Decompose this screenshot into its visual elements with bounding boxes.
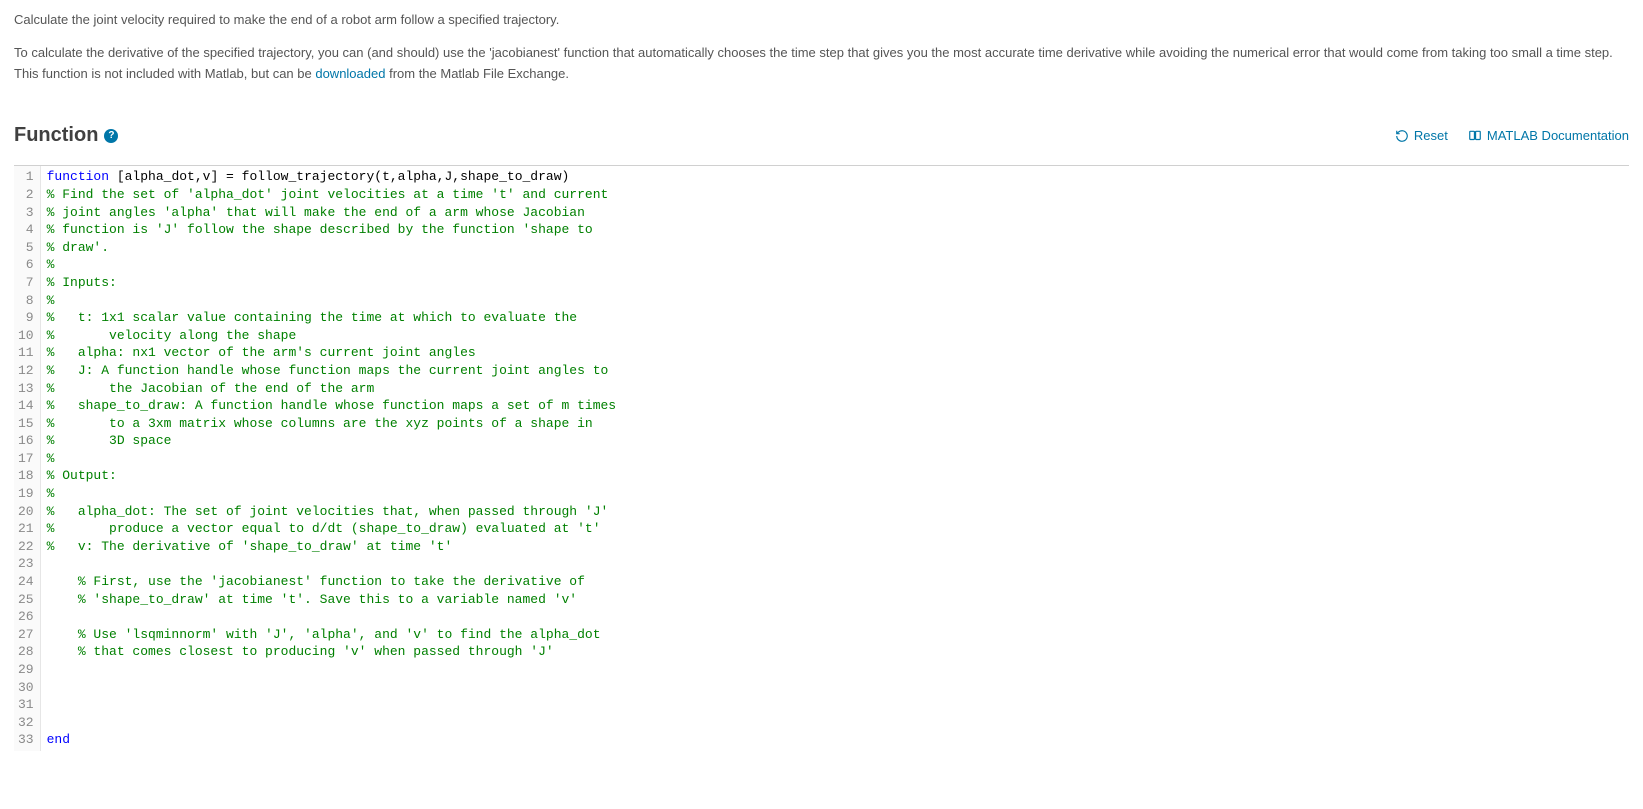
line-number: 21: [18, 520, 34, 538]
code-line[interactable]: % the Jacobian of the end of the arm: [47, 380, 1629, 398]
code-line[interactable]: % joint angles 'alpha' that will make th…: [47, 204, 1629, 222]
help-icon[interactable]: ?: [104, 129, 118, 143]
code-line[interactable]: % Find the set of 'alpha_dot' joint velo…: [47, 186, 1629, 204]
line-number: 4: [18, 221, 34, 239]
code-line[interactable]: [47, 696, 1629, 714]
code-line[interactable]: %: [47, 256, 1629, 274]
book-icon: [1468, 129, 1482, 143]
line-number: 23: [18, 555, 34, 573]
section-title: Function: [14, 124, 98, 147]
line-number: 29: [18, 661, 34, 679]
line-number: 12: [18, 362, 34, 380]
code-line[interactable]: % First, use the 'jacobianest' function …: [47, 573, 1629, 591]
code-line[interactable]: [47, 608, 1629, 626]
description-paragraph-1: Calculate the joint velocity required to…: [14, 10, 1629, 31]
code-line[interactable]: % produce a vector equal to d/dt (shape_…: [47, 520, 1629, 538]
line-number: 18: [18, 467, 34, 485]
code-line[interactable]: % t: 1x1 scalar value containing the tim…: [47, 309, 1629, 327]
line-number: 17: [18, 450, 34, 468]
line-number: 27: [18, 626, 34, 644]
code-line[interactable]: % that comes closest to producing 'v' wh…: [47, 643, 1629, 661]
code-line[interactable]: [47, 679, 1629, 697]
code-line[interactable]: %: [47, 292, 1629, 310]
code-line[interactable]: % Use 'lsqminnorm' with 'J', 'alpha', an…: [47, 626, 1629, 644]
line-number: 14: [18, 397, 34, 415]
code-line[interactable]: %: [47, 485, 1629, 503]
code-line[interactable]: % v: The derivative of 'shape_to_draw' a…: [47, 538, 1629, 556]
line-number: 13: [18, 380, 34, 398]
code-line[interactable]: % 3D space: [47, 432, 1629, 450]
code-area[interactable]: function [alpha_dot,v] = follow_trajecto…: [41, 166, 1629, 751]
code-line[interactable]: [47, 714, 1629, 732]
line-number: 8: [18, 292, 34, 310]
line-number: 11: [18, 344, 34, 362]
code-line[interactable]: % alpha_dot: The set of joint velocities…: [47, 503, 1629, 521]
line-number: 9: [18, 309, 34, 327]
code-line[interactable]: % 'shape_to_draw' at time 't'. Save this…: [47, 591, 1629, 609]
line-number: 22: [18, 538, 34, 556]
line-number: 7: [18, 274, 34, 292]
line-number: 6: [18, 256, 34, 274]
line-number: 26: [18, 608, 34, 626]
line-number-gutter: 1234567891011121314151617181920212223242…: [14, 166, 41, 751]
code-line[interactable]: % alpha: nx1 vector of the arm's current…: [47, 344, 1629, 362]
code-line[interactable]: % shape_to_draw: A function handle whose…: [47, 397, 1629, 415]
line-number: 25: [18, 591, 34, 609]
reset-button[interactable]: Reset: [1395, 128, 1448, 143]
line-number: 10: [18, 327, 34, 345]
line-number: 32: [18, 714, 34, 732]
problem-description: Calculate the joint velocity required to…: [14, 10, 1629, 84]
line-number: 5: [18, 239, 34, 257]
code-line[interactable]: [47, 555, 1629, 573]
code-line[interactable]: % Output:: [47, 467, 1629, 485]
downloaded-link[interactable]: downloaded: [315, 66, 385, 81]
line-number: 3: [18, 204, 34, 222]
code-line[interactable]: %: [47, 450, 1629, 468]
code-line[interactable]: % J: A function handle whose function ma…: [47, 362, 1629, 380]
code-line[interactable]: % function is 'J' follow the shape descr…: [47, 221, 1629, 239]
reset-icon: [1395, 129, 1409, 143]
code-editor[interactable]: 1234567891011121314151617181920212223242…: [14, 165, 1629, 751]
line-number: 2: [18, 186, 34, 204]
line-number: 31: [18, 696, 34, 714]
code-line[interactable]: % Inputs:: [47, 274, 1629, 292]
line-number: 16: [18, 432, 34, 450]
matlab-documentation-link[interactable]: MATLAB Documentation: [1468, 128, 1629, 143]
code-line[interactable]: % velocity along the shape: [47, 327, 1629, 345]
code-line[interactable]: [47, 661, 1629, 679]
line-number: 33: [18, 731, 34, 749]
code-line[interactable]: % to a 3xm matrix whose columns are the …: [47, 415, 1629, 433]
line-number: 15: [18, 415, 34, 433]
line-number: 1: [18, 168, 34, 186]
code-line[interactable]: function [alpha_dot,v] = follow_trajecto…: [47, 168, 1629, 186]
line-number: 19: [18, 485, 34, 503]
line-number: 20: [18, 503, 34, 521]
description-paragraph-2: To calculate the derivative of the speci…: [14, 43, 1629, 85]
code-line[interactable]: end: [47, 731, 1629, 749]
line-number: 28: [18, 643, 34, 661]
code-line[interactable]: % draw'.: [47, 239, 1629, 257]
line-number: 24: [18, 573, 34, 591]
line-number: 30: [18, 679, 34, 697]
